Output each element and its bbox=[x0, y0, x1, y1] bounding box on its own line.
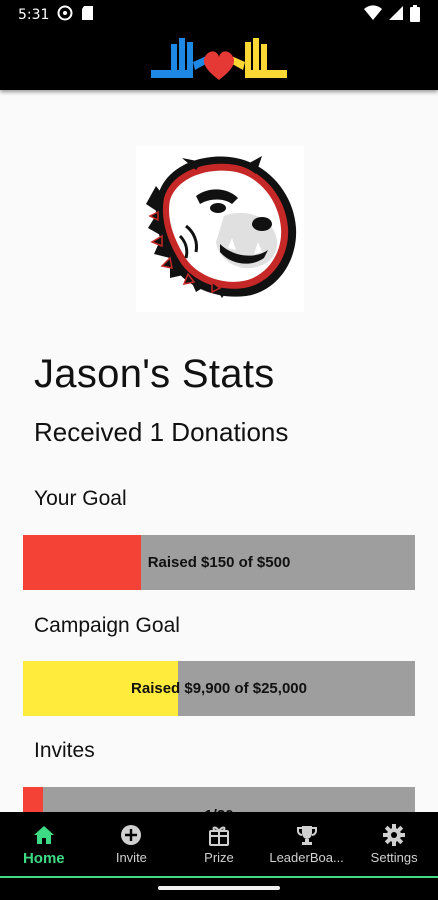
vpn-icon bbox=[57, 5, 73, 25]
bottom-navigation: Home Invite Prize LeaderBoa... Settings bbox=[0, 812, 438, 876]
gift-icon bbox=[206, 822, 232, 848]
system-gesture-bar bbox=[0, 876, 438, 900]
trophy-icon bbox=[294, 822, 320, 848]
your-goal-progress-text: Raised $150 of $500 bbox=[147, 554, 291, 571]
nav-label-home: Home bbox=[22, 850, 65, 867]
nav-label-invite: Invite bbox=[115, 850, 147, 865]
wifi-icon bbox=[364, 5, 382, 25]
sd-card-icon bbox=[81, 5, 94, 25]
nav-item-invite[interactable]: Invite bbox=[88, 812, 176, 876]
status-time: 5:31 bbox=[18, 7, 50, 23]
page-title: Jason's Stats bbox=[34, 352, 275, 396]
gesture-handle[interactable] bbox=[158, 886, 280, 890]
home-icon bbox=[31, 822, 57, 848]
invites-progress-text: 1/20 bbox=[23, 787, 415, 812]
add-circle-icon bbox=[118, 822, 144, 848]
battery-icon bbox=[410, 4, 420, 26]
nav-item-settings[interactable]: Settings bbox=[350, 812, 438, 876]
nav-item-home[interactable]: Home bbox=[0, 812, 88, 876]
your-goal-label: Your Goal bbox=[34, 487, 127, 510]
invites-progress-bar: 1/20 bbox=[23, 787, 415, 812]
bulldog-mascot-image bbox=[136, 146, 304, 312]
campaign-goal-progress-text: Raised $9,900 of $25,000 bbox=[131, 680, 307, 697]
campaign-goal-progress-bar: Raised $9,900 of $25,000 bbox=[23, 661, 415, 716]
main-content[interactable]: Jason's Stats Received 1 Donations Your … bbox=[0, 90, 438, 812]
status-bar: 5:31 bbox=[0, 0, 438, 30]
nav-item-prize[interactable]: Prize bbox=[175, 812, 263, 876]
nav-item-leaderboard[interactable]: LeaderBoa... bbox=[263, 812, 351, 876]
signal-icon bbox=[388, 5, 404, 25]
hands-heart-logo bbox=[149, 32, 289, 89]
campaign-goal-label: Campaign Goal bbox=[34, 614, 180, 637]
nav-label-settings: Settings bbox=[370, 850, 418, 865]
your-goal-progress-bar: Raised $150 of $500 bbox=[23, 535, 415, 590]
invites-label: Invites bbox=[34, 739, 95, 762]
gear-icon bbox=[381, 822, 407, 848]
nav-label-prize: Prize bbox=[204, 850, 234, 865]
app-header bbox=[0, 30, 438, 90]
nav-label-leaderboard: LeaderBoa... bbox=[269, 850, 344, 865]
donations-received-text: Received 1 Donations bbox=[34, 417, 289, 447]
